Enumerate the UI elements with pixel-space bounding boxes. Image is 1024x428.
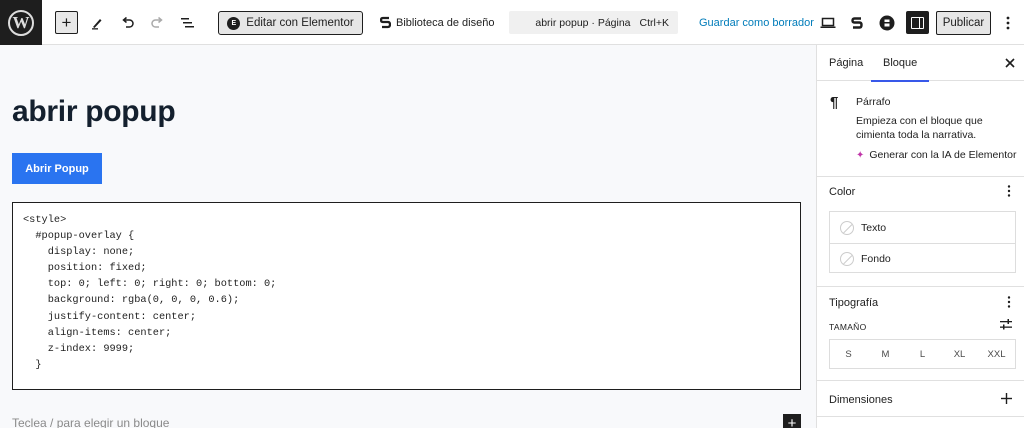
edit-tool-button[interactable] (86, 11, 108, 34)
desktop-icon (820, 17, 836, 28)
design-library-label: Biblioteca de diseño (396, 16, 495, 29)
block-card: ¶ Párrafo Empieza con el bloque que cimi… (817, 81, 1024, 177)
add-block-button[interactable]: + (55, 11, 78, 34)
options-menu-button[interactable] (997, 11, 1019, 34)
wordpress-logo-icon: W (8, 9, 34, 36)
code-content[interactable]: <style> #popup-overlay { display: none; … (23, 212, 790, 373)
block-placeholder[interactable]: Teclea / para elegir un bloque (12, 416, 169, 428)
font-size-xxl[interactable]: XXL (978, 340, 1015, 368)
s-logo-icon (851, 16, 863, 29)
elementor-icon: E (227, 16, 241, 30)
vertical-dots-icon (1006, 16, 1010, 29)
undo-button[interactable] (116, 11, 138, 34)
ai-assistant-button[interactable] (876, 11, 898, 34)
elementor-library-button[interactable] (846, 11, 868, 34)
redo-button[interactable] (146, 11, 168, 34)
typography-options-button[interactable] (1007, 296, 1011, 310)
color-options-button[interactable] (1007, 185, 1011, 199)
generate-ai-link[interactable]: ✦ Generar con la IA de Elementor (856, 149, 1016, 161)
vertical-dots-icon (1007, 296, 1011, 308)
document-overview-button[interactable] (176, 11, 198, 34)
color-panel-title: Color (829, 186, 856, 198)
code-block[interactable]: <style> #popup-overlay { display: none; … (12, 202, 801, 390)
list-view-icon (180, 17, 194, 27)
block-description: Empieza con el bloque que cimienta toda … (856, 115, 983, 141)
font-size-label: TAMAÑO (829, 322, 867, 332)
sparkle-icon: ✦ (856, 149, 865, 161)
typography-panel-title: Tipografía (829, 297, 879, 309)
dimensions-add-button[interactable] (1001, 392, 1012, 408)
edit-with-elementor-button[interactable]: E Editar con Elementor (218, 11, 363, 35)
settings-sidebar: Página Bloque ¶ Párrafo Empieza con el b… (816, 45, 1024, 428)
plus-icon: + (61, 13, 72, 32)
edit-with-elementor-label: Editar con Elementor (246, 17, 354, 29)
open-popup-button[interactable]: Abrir Popup (12, 153, 102, 184)
text-color-item[interactable]: Texto (830, 212, 1015, 243)
sidebar-icon (911, 16, 924, 29)
tab-page[interactable]: Página (829, 45, 863, 81)
text-color-label: Texto (861, 221, 887, 234)
divider (817, 416, 1024, 417)
design-library-button[interactable]: Biblioteca de diseño (380, 11, 494, 34)
tab-block[interactable]: Bloque (871, 45, 930, 82)
empty-swatch-icon (840, 252, 854, 266)
settings-sidebar-toggle[interactable] (906, 11, 929, 34)
background-color-item[interactable]: Fondo (830, 243, 1015, 274)
pencil-icon (92, 18, 102, 29)
undo-icon (121, 16, 134, 28)
editor-toolbar: W + E Editar con Elementor Biblioteca de… (0, 0, 1024, 45)
color-settings: Texto Fondo (829, 211, 1016, 273)
generate-ai-label: Generar con la IA de Elementor (869, 149, 1017, 161)
font-size-s[interactable]: S (830, 340, 867, 368)
preview-button[interactable] (817, 11, 839, 34)
ai-assistant-icon (879, 15, 895, 30)
custom-size-button[interactable] (1000, 319, 1012, 333)
post-title[interactable]: abrir popup (12, 95, 176, 129)
editor-canvas: abrir popup Abrir Popup <style> #popup-o… (0, 45, 816, 428)
vertical-dots-icon (1007, 185, 1011, 197)
plus-icon (1001, 393, 1012, 404)
close-sidebar-button[interactable] (1005, 55, 1015, 71)
divider (817, 380, 1024, 381)
publish-button[interactable]: Publicar (936, 11, 991, 35)
font-size-picker: S M L XL XXL (829, 339, 1016, 369)
settings-sliders-icon (1000, 319, 1012, 330)
command-palette-button[interactable]: abrir popup · Página Ctrl+K (509, 11, 678, 34)
font-size-m[interactable]: M (867, 340, 904, 368)
add-block-inline-button[interactable]: + (783, 414, 801, 428)
library-s-icon (380, 16, 391, 29)
redo-icon (150, 16, 163, 28)
font-size-xl[interactable]: XL (941, 340, 978, 368)
empty-swatch-icon (840, 220, 854, 235)
block-name: Párrafo (856, 96, 891, 108)
divider (817, 286, 1024, 287)
plus-icon: + (787, 414, 797, 428)
command-shortcut: Ctrl+K (639, 16, 669, 29)
sidebar-tabs: Página Bloque (817, 45, 1024, 82)
wordpress-logo-button[interactable]: W (0, 0, 42, 45)
save-draft-button[interactable]: Guardar como borrador (699, 11, 814, 34)
publish-label: Publicar (942, 17, 985, 29)
background-color-label: Fondo (861, 253, 891, 265)
paragraph-icon: ¶ (830, 94, 839, 111)
font-size-l[interactable]: L (904, 340, 941, 368)
dimensions-panel-title: Dimensiones (829, 394, 893, 406)
close-icon (1005, 58, 1015, 68)
command-title: abrir popup · Página (535, 16, 631, 29)
save-draft-label: Guardar como borrador (699, 16, 814, 29)
